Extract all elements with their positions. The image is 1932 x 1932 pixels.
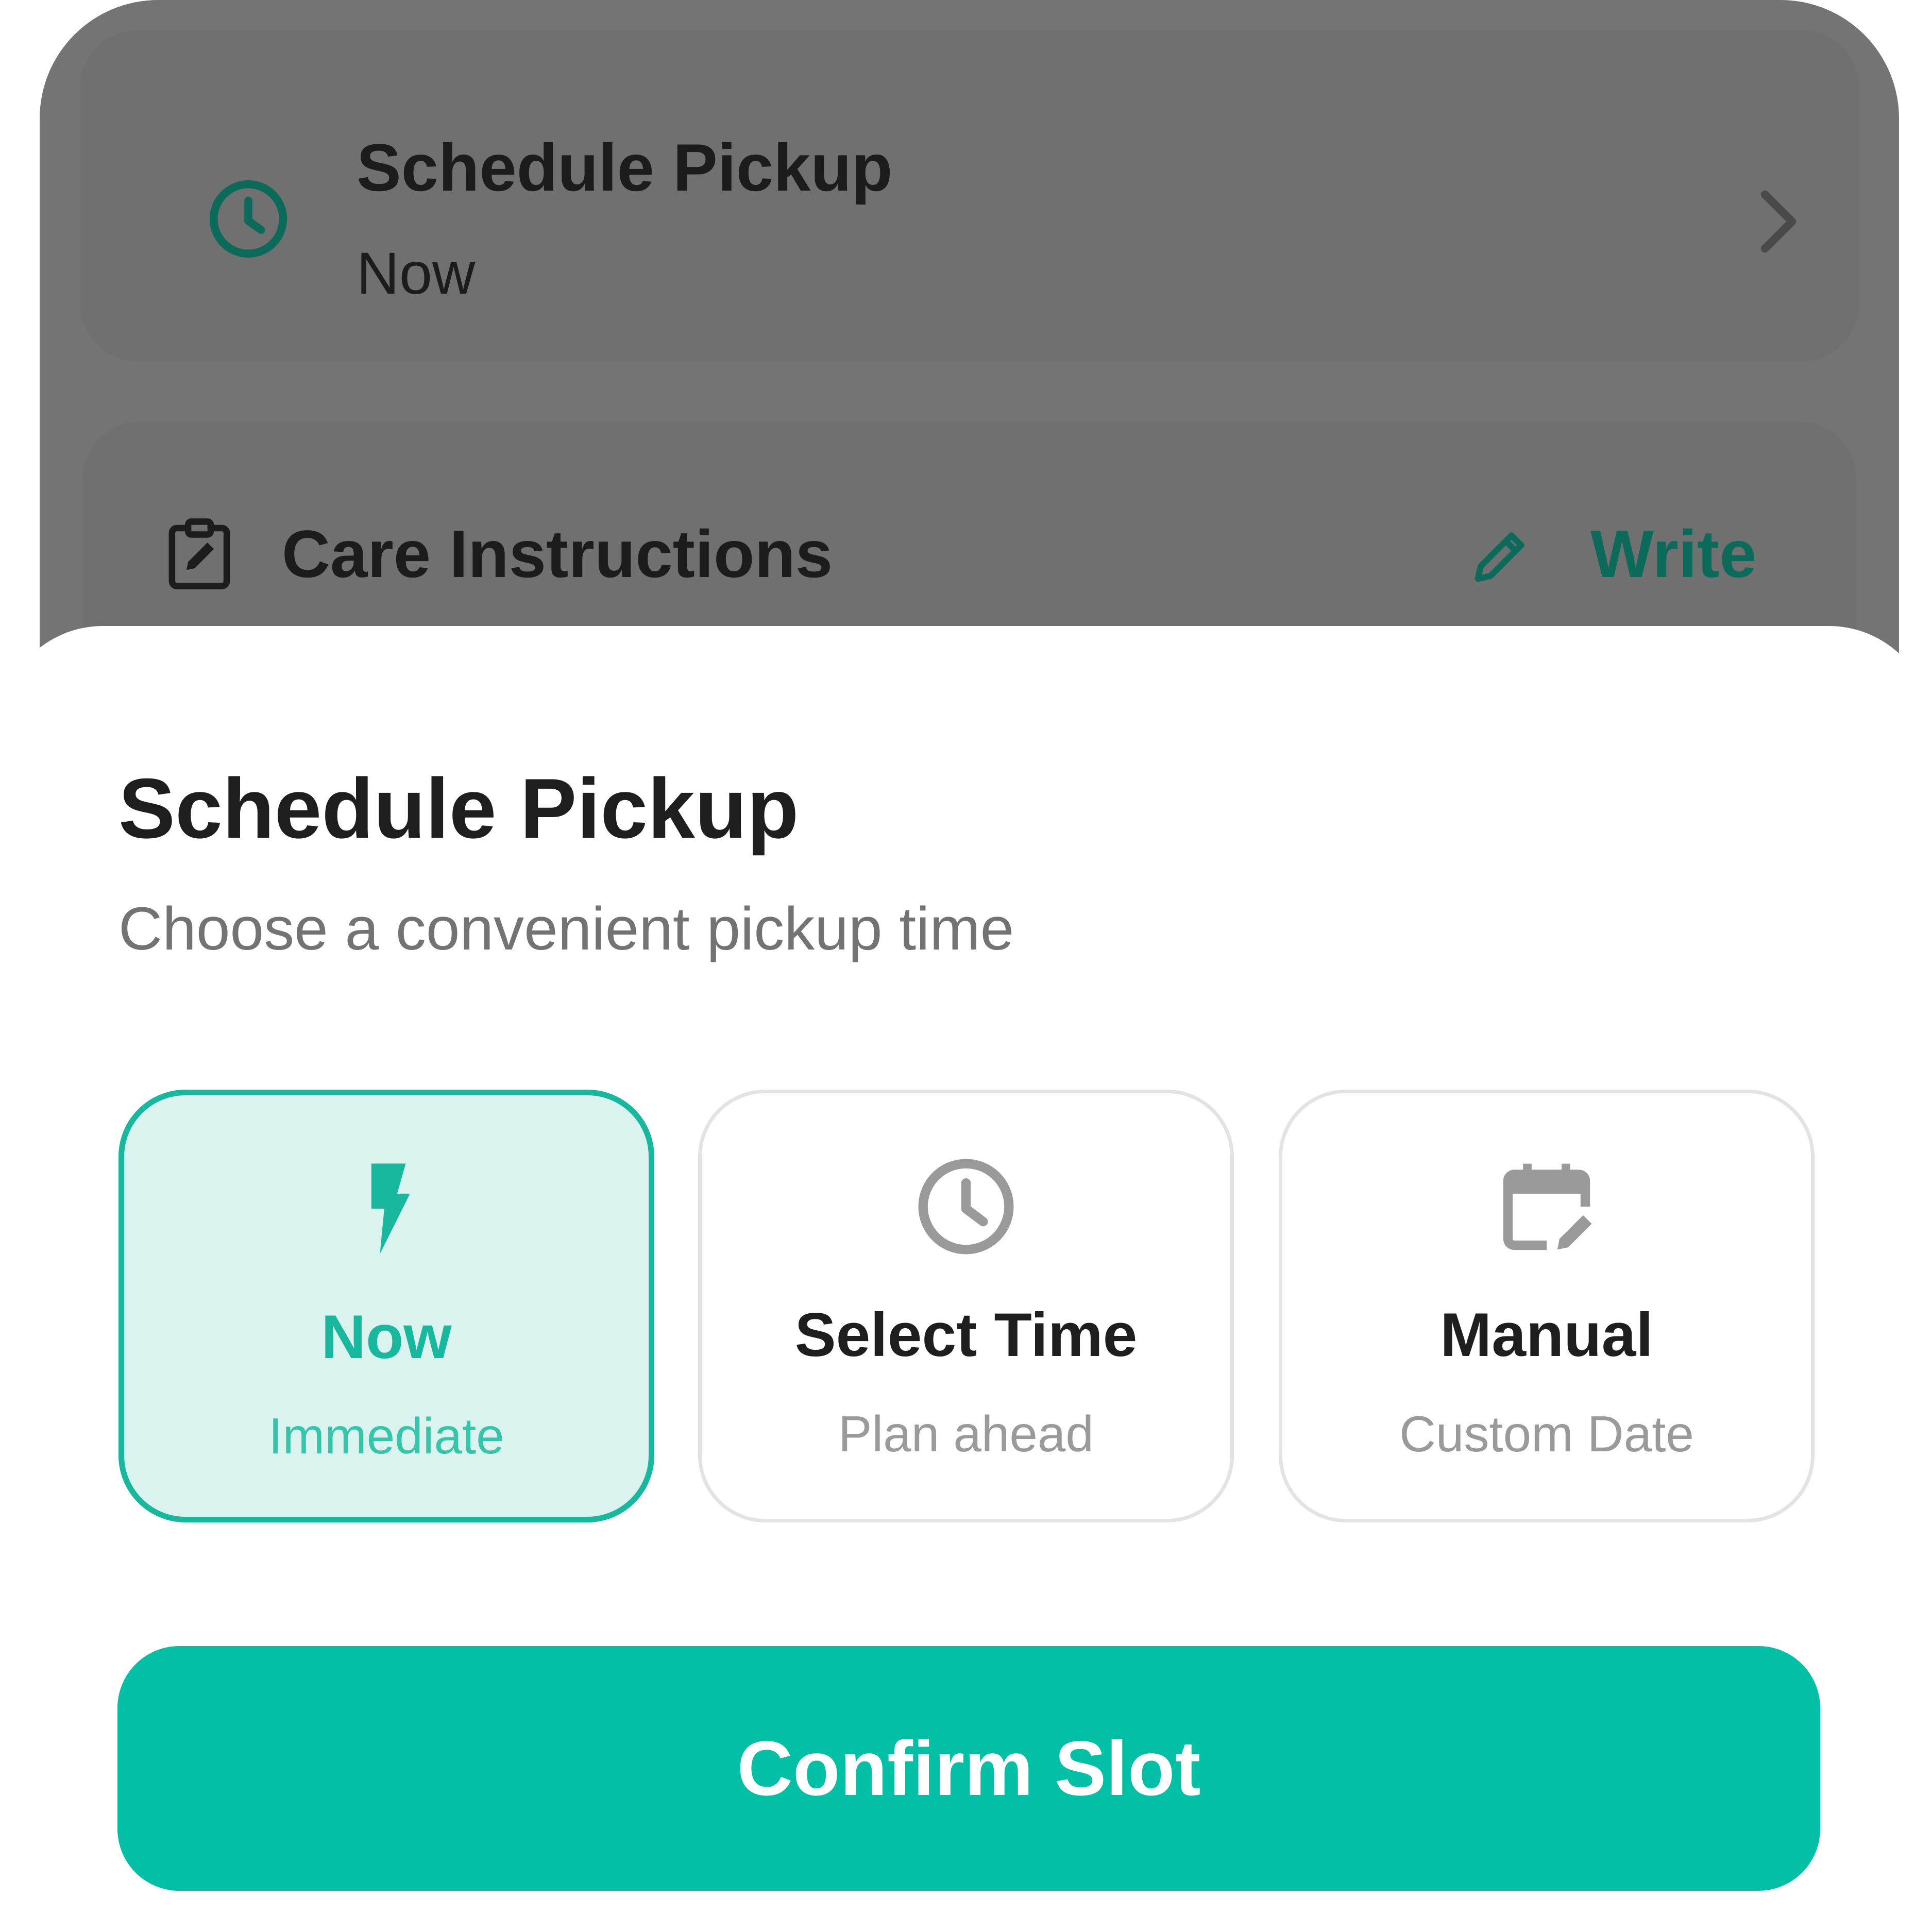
screen: Schedule Pickup Now Care Instructions Wr… (0, 0, 1932, 1932)
care-instructions-title: Care Instructions (282, 516, 833, 591)
option-manual-sub: Custom Date (1399, 1405, 1694, 1462)
schedule-pickup-value: Now (357, 241, 476, 307)
pencil-icon[interactable] (1467, 523, 1534, 590)
clock-icon (209, 180, 287, 258)
calendar-edit-icon (1503, 1163, 1592, 1250)
option-select-time-sub: Plan ahead (838, 1405, 1094, 1462)
clock-icon (918, 1159, 1014, 1255)
background-page-overlay: Schedule Pickup Now Care Instructions Wr… (40, 0, 1899, 721)
write-button[interactable]: Write (1590, 515, 1757, 592)
chevron-right-icon (1760, 190, 1797, 253)
sheet-subtitle: Choose a convenient pickup time (118, 895, 1014, 963)
option-manual-label: Manual (1440, 1300, 1653, 1369)
option-now[interactable]: Now Immediate (118, 1090, 654, 1522)
schedule-pickup-sheet: Schedule Pickup Choose a convenient pick… (0, 626, 1932, 1932)
option-now-sub: Immediate (268, 1408, 504, 1464)
option-manual[interactable]: Manual Custom Date (1279, 1090, 1815, 1522)
option-now-label: Now (321, 1302, 452, 1371)
confirm-slot-button[interactable]: Confirm Slot (117, 1646, 1820, 1891)
option-select-time-label: Select Time (794, 1300, 1138, 1369)
schedule-pickup-title: Schedule Pickup (357, 130, 893, 205)
lightning-bolt-icon (371, 1163, 410, 1254)
option-select-time[interactable]: Select Time Plan ahead (698, 1090, 1234, 1522)
sheet-title: Schedule Pickup (118, 761, 799, 856)
schedule-pickup-row[interactable]: Schedule Pickup Now (81, 31, 1858, 361)
clipboard-edit-icon (168, 518, 230, 589)
